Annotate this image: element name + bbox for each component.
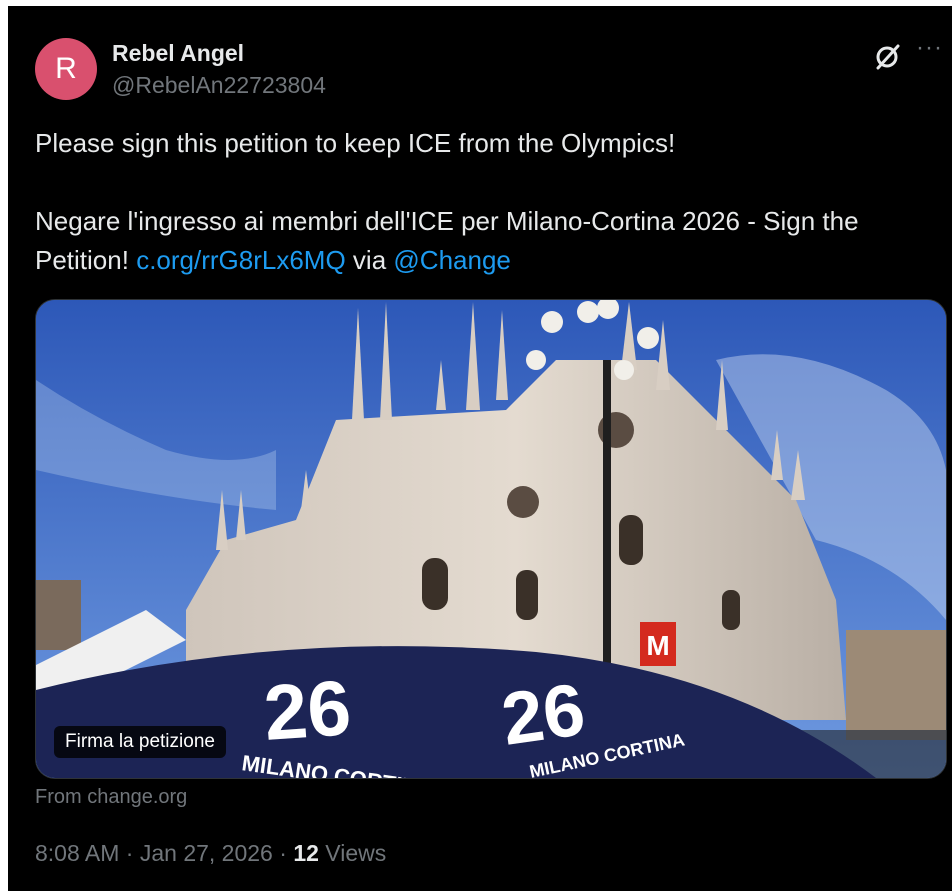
tweet-line-2: Negare l'ingresso ai membri dell'ICE per… xyxy=(35,202,947,280)
tweet-time[interactable]: 8:08 AM xyxy=(35,840,119,866)
meta-separator: · xyxy=(279,840,287,866)
link-card[interactable]: M 26 26 MILANO CORTINA MILANO CORTINA Fi… xyxy=(35,299,947,779)
card-title-label[interactable]: Firma la petizione xyxy=(54,726,226,758)
card-source[interactable]: From change.org xyxy=(35,786,187,809)
tweet-line-1: Please sign this petition to keep ICE fr… xyxy=(35,128,676,158)
views-count: 12 xyxy=(293,840,319,866)
tweet-date[interactable]: Jan 27, 2026 xyxy=(140,840,273,866)
card-image[interactable]: M 26 26 MILANO CORTINA MILANO CORTINA xyxy=(36,300,946,778)
tweet-container: R Rebel Angel @RebelAn22723804 ··· Pleas… xyxy=(8,6,952,891)
avatar-letter: R xyxy=(55,52,77,85)
svg-text:26: 26 xyxy=(497,667,590,761)
change-mention[interactable]: @Change xyxy=(393,245,510,275)
more-options-icon[interactable]: ··· xyxy=(916,34,943,62)
display-name[interactable]: Rebel Angel xyxy=(112,40,244,67)
metro-sign-text: M xyxy=(646,630,669,661)
via-text: via xyxy=(352,245,387,275)
views-label: Views xyxy=(325,840,387,866)
avatar[interactable]: R xyxy=(35,38,97,100)
petition-link[interactable]: c.org/rrG8rLx6MQ xyxy=(136,245,346,275)
user-handle[interactable]: @RebelAn22723804 xyxy=(112,72,326,99)
tweet-meta: 8:08 AM · Jan 27, 2026 · 12 Views xyxy=(35,840,386,867)
meta-separator: · xyxy=(125,840,134,866)
svg-text:26: 26 xyxy=(261,663,354,757)
tweet-text: Please sign this petition to keep ICE fr… xyxy=(35,124,947,280)
grok-slash-icon[interactable] xyxy=(870,40,904,74)
